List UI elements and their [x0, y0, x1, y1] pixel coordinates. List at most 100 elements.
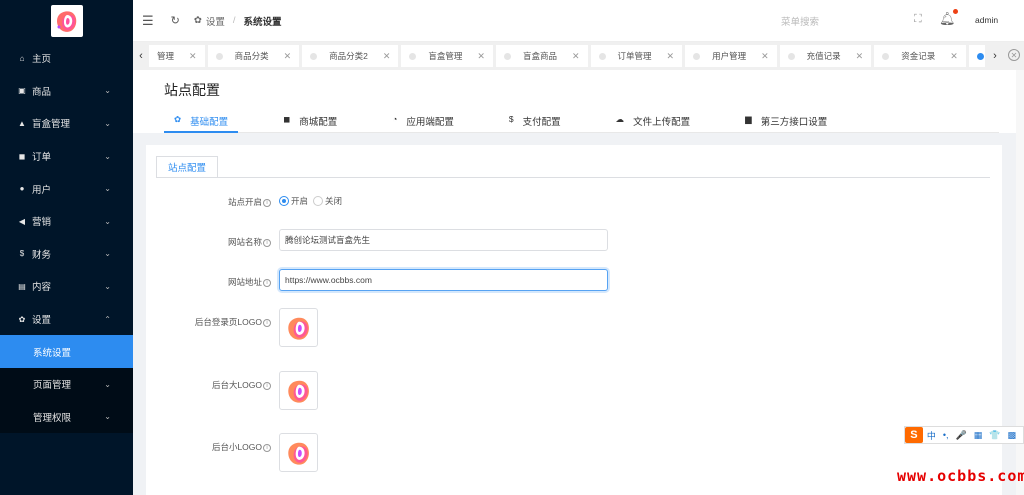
- briefcase-icon: ▆: [745, 114, 752, 124]
- tab-status-dot: [503, 52, 511, 60]
- close-all-tabs-icon[interactable]: ✕: [1008, 49, 1020, 61]
- config-tab-4[interactable]: ☁ 文件上传配置: [606, 114, 701, 133]
- ime-skin-icon[interactable]: 👕: [989, 430, 1000, 441]
- close-tab-icon[interactable]: ✕: [950, 51, 958, 62]
- tab-status-dot: [409, 52, 417, 60]
- close-tab-icon[interactable]: ✕: [761, 51, 769, 62]
- big-logo-upload[interactable]: [279, 371, 318, 410]
- site-open-radio-group: 开启 关闭: [279, 195, 347, 207]
- tab-label: 盲盒商品: [522, 51, 557, 61]
- close-tab-icon[interactable]: ✕: [383, 51, 391, 62]
- info-icon: i: [263, 198, 271, 207]
- sidebar-item-4[interactable]: ● 用户 ⌄: [0, 172, 133, 205]
- section-tab[interactable]: 站点配置: [156, 156, 219, 178]
- open-tab[interactable]: 商品分类2 ✕: [302, 45, 399, 67]
- close-tab-icon[interactable]: ✕: [856, 51, 864, 62]
- radio-close-label[interactable]: 关闭: [325, 195, 342, 207]
- open-tab[interactable]: 商品分类 ✕: [207, 45, 300, 67]
- chevron-icon: ⌄: [104, 249, 111, 259]
- radio-open[interactable]: [279, 196, 289, 206]
- app-logo[interactable]: [0, 0, 133, 42]
- tab-label: 订单管理: [617, 51, 652, 61]
- sidebar-item-6[interactable]: $ 财务 ⌄: [0, 238, 133, 271]
- submenu-item-2[interactable]: 管理权限 ⌄: [0, 401, 133, 434]
- sidebar-item-3[interactable]: ◼ 订单 ⌄: [0, 140, 133, 173]
- open-tab[interactable]: 订单管理 ✕: [590, 45, 683, 67]
- config-tab-label: 应用端配置: [406, 117, 454, 128]
- tabs-bar: ‹ 管理 ✕ 商品分类 ✕ 商品分类2 ✕ 盲盒管理 ✕ 盲盒商品 ✕ 订单管理 ✕ 用户管理 ✕ 充值记录…: [133, 42, 1024, 70]
- radio-close[interactable]: [313, 196, 324, 206]
- sidebar-item-label: 内容: [32, 282, 52, 294]
- config-tab-0[interactable]: ✿ 基础配置: [164, 114, 239, 133]
- close-tab-icon[interactable]: ✕: [572, 51, 580, 62]
- pie-icon: ◔: [392, 114, 398, 124]
- sidebar-item-8[interactable]: ✿ 设置 ⌃: [0, 303, 133, 336]
- login-logo-label-text: 后台登录页LOGO: [194, 317, 262, 327]
- config-tabs: ✿ 基础配置 ◼ 商城配置 ◔ 应用端配置 $ 支付配置 ☁ 文件上传配置 ▆ 第三方接口设置: [164, 114, 999, 133]
- config-tab-1[interactable]: ◼ 商城配置: [273, 114, 347, 133]
- info-icon: i: [263, 318, 271, 327]
- close-tab-icon[interactable]: ✕: [477, 51, 485, 62]
- ime-keyboard-icon[interactable]: ▦: [974, 430, 983, 441]
- ime-toolbar[interactable]: S 中 •, 🎤 ▦ 👕 ▩: [904, 426, 1024, 444]
- home-icon: ⌂: [19, 53, 25, 63]
- refresh-icon[interactable]: ↻: [171, 14, 180, 27]
- chevron-icon: ⌄: [104, 412, 111, 422]
- tab-label: 资金记录: [901, 51, 936, 61]
- open-tab[interactable]: 盲盒管理 ✕: [401, 45, 493, 67]
- close-tab-icon[interactable]: ✕: [284, 51, 292, 62]
- site-name-label-text: 网站名称: [227, 237, 262, 247]
- tabs-left-arrow-icon[interactable]: ‹: [133, 50, 149, 62]
- logo-box: [50, 5, 83, 37]
- submenu-item-1[interactable]: 页面管理 ⌄: [0, 368, 133, 401]
- open-tabs: 管理 ✕ 商品分类 ✕ 商品分类2 ✕ 盲盒管理 ✕ 盲盒商品 ✕ 订单管理 ✕ 用户管理 ✕ 充值记录 ✕ 资…: [149, 45, 985, 67]
- ime-voice-icon[interactable]: 🎤: [956, 430, 967, 441]
- open-tab[interactable]: 资金记录 ✕: [874, 45, 966, 67]
- tabs-right-arrow-icon[interactable]: ›: [987, 50, 1003, 62]
- open-tab[interactable]: 系统设置: [968, 45, 985, 67]
- user-name[interactable]: admin: [975, 15, 998, 25]
- fullscreen-icon[interactable]: ⛶: [914, 13, 922, 26]
- sidebar: ⌂ 主页 ▣ 商品 ⌄ ▲ 盲盒管理 ⌄ ◼ 订单 ⌄ ● 用户 ⌄ ◀ 营销 ⌄ $ 财务 ⌄ ▤ 内容 ⌄ ✿ 设置 ⌃ 系统设…: [0, 0, 133, 495]
- sidebar-item-7[interactable]: ▤ 内容 ⌄: [0, 270, 133, 303]
- ime-chinese-mode-icon[interactable]: 中: [927, 429, 936, 442]
- submenu-item-0[interactable]: 系统设置: [0, 335, 133, 368]
- site-name-input[interactable]: 腾创论坛测试盲盒先生: [279, 229, 608, 251]
- config-tab-3[interactable]: $ 支付配置: [499, 114, 571, 133]
- small-logo-upload[interactable]: [279, 433, 318, 472]
- open-tab[interactable]: 盲盒商品 ✕: [495, 45, 588, 67]
- sidebar-item-0[interactable]: ⌂ 主页: [0, 42, 133, 75]
- site-open-label: 站点开启 i: [146, 196, 271, 208]
- radio-open-label[interactable]: 开启: [291, 195, 308, 207]
- menu-toggle-icon[interactable]: ☰: [142, 13, 154, 29]
- tab-status-dot: [215, 52, 223, 60]
- config-tab-5[interactable]: ▆ 第三方接口设置: [735, 114, 837, 133]
- gear-icon: ✿: [193, 15, 202, 26]
- open-tab[interactable]: 充值记录 ✕: [779, 45, 872, 67]
- close-tab-icon[interactable]: ✕: [189, 51, 197, 62]
- tab-status-dot: [693, 52, 701, 60]
- menu-search-input[interactable]: 菜单搜索: [781, 14, 901, 28]
- site-url-label: 网站地址 i: [146, 276, 271, 288]
- logo-preview-icon: [287, 380, 309, 403]
- tab-status-dot: [882, 52, 890, 60]
- login-logo-upload[interactable]: [279, 308, 318, 347]
- config-tab-2[interactable]: ◔ 应用端配置: [382, 114, 464, 133]
- open-tab[interactable]: 管理 ✕: [149, 45, 205, 67]
- info-icon: i: [263, 443, 271, 452]
- sidebar-item-5[interactable]: ◀ 营销 ⌄: [0, 205, 133, 238]
- sogou-logo-icon[interactable]: S: [905, 427, 923, 443]
- ime-toolbox-icon[interactable]: ▩: [1007, 430, 1016, 441]
- book-icon: ▤: [18, 281, 26, 291]
- breadcrumb-parent[interactable]: 设置: [206, 14, 225, 28]
- sidebar-item-2[interactable]: ▲ 盲盒管理 ⌄: [0, 107, 133, 140]
- site-url-input[interactable]: https://www.ocbbs.com: [279, 269, 608, 291]
- open-tab[interactable]: 用户管理 ✕: [685, 45, 777, 67]
- logo-preview-icon: [287, 317, 309, 340]
- ime-punctuation-icon[interactable]: •,: [943, 430, 949, 440]
- chevron-icon: ⌄: [104, 281, 111, 291]
- close-tab-icon[interactable]: ✕: [667, 51, 675, 62]
- main-menu: ⌂ 主页 ▣ 商品 ⌄ ▲ 盲盒管理 ⌄ ◼ 订单 ⌄ ● 用户 ⌄ ◀ 营销 ⌄ $ 财务 ⌄ ▤ 内容 ⌄ ✿ 设置 ⌃ 系统设…: [0, 42, 133, 434]
- sidebar-item-1[interactable]: ▣ 商品 ⌄: [0, 75, 133, 108]
- login-logo-label: 后台登录页LOGO i: [146, 316, 271, 328]
